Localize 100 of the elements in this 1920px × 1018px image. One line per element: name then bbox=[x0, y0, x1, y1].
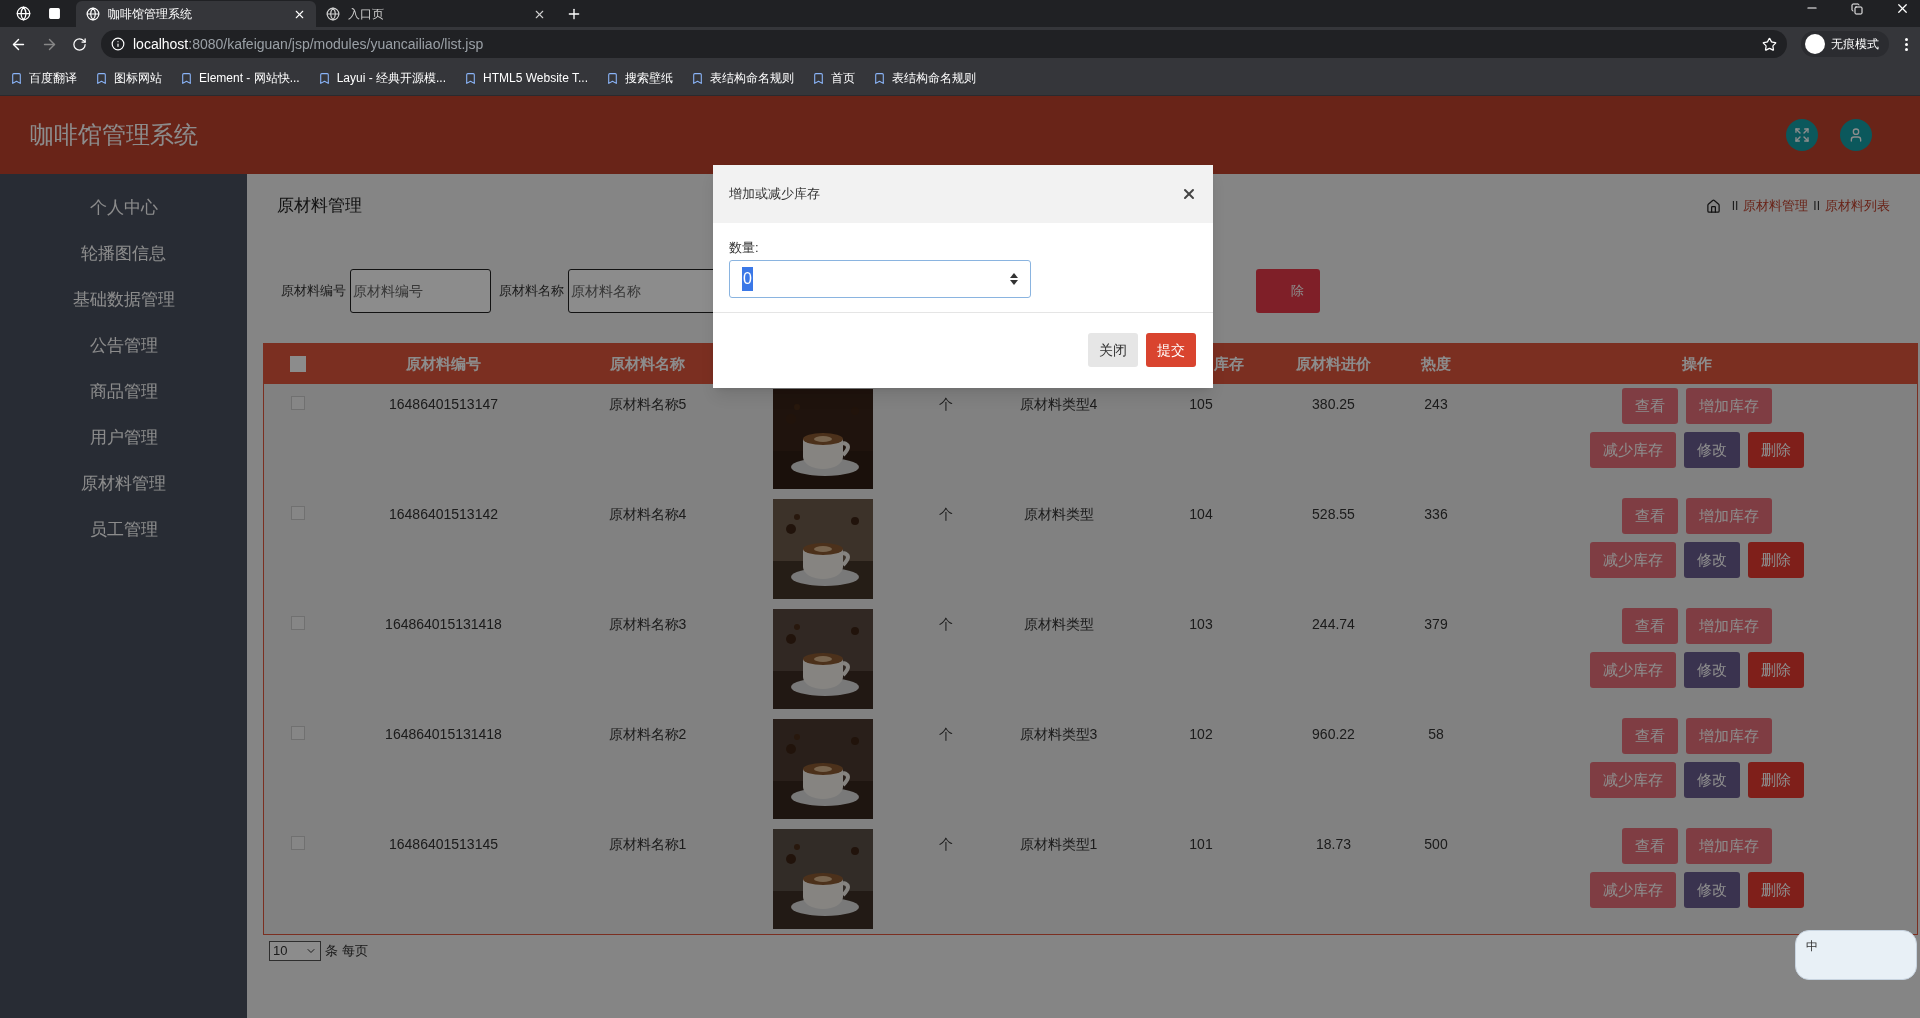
table-cell-text: 原材料名称3 bbox=[607, 615, 688, 634]
table-cell-text: 16486401513145 bbox=[388, 835, 499, 854]
table-cell-text: 16486401513142 bbox=[388, 505, 499, 524]
table-cell-text: 105 bbox=[1188, 395, 1214, 414]
ime-toolbar[interactable]: 中 bbox=[1795, 930, 1917, 980]
action-button[interactable]: 增加库存 bbox=[1685, 498, 1772, 534]
field-label: 原材料名称 bbox=[499, 281, 564, 300]
bookmark[interactable]: 表结构命名规则 bbox=[691, 69, 794, 87]
quantity-field[interactable]: 0 bbox=[729, 259, 1031, 298]
sidebar-item[interactable]: 个人中心 bbox=[89, 195, 158, 221]
field-label: 数量: bbox=[729, 239, 760, 257]
table-cell-text: 原材料类型 bbox=[1022, 615, 1095, 634]
column-header: 库存 bbox=[1213, 353, 1245, 374]
table-cell-text: 个 bbox=[938, 835, 954, 854]
bookmark[interactable]: 首页 bbox=[812, 69, 855, 87]
search-field[interactable]: 原材料编号 bbox=[350, 268, 491, 313]
table-cell-text: 58 bbox=[1427, 725, 1445, 744]
table-cell-text: 个 bbox=[938, 505, 954, 524]
table-cell-text: 244.74 bbox=[1311, 615, 1356, 634]
table-cell-text: 164864015131418 bbox=[384, 725, 503, 744]
sidebar-item[interactable]: 基础数据管理 bbox=[72, 287, 175, 313]
table-cell-text: 原材料名称2 bbox=[607, 725, 688, 744]
action-button[interactable]: 查看 bbox=[1621, 498, 1678, 534]
table-cell-text: 164864015131418 bbox=[384, 615, 503, 634]
table-cell-text: 102 bbox=[1188, 725, 1214, 744]
action-button[interactable]: 查看 bbox=[1621, 388, 1678, 424]
bookmark[interactable]: 表结构命名规则 bbox=[873, 69, 976, 87]
action-button[interactable]: 删除 bbox=[1747, 652, 1804, 688]
action-button[interactable]: 减少库存 bbox=[1589, 762, 1676, 798]
breadcrumb-link[interactable]: 原材料管理 bbox=[1743, 196, 1809, 216]
breadcrumb-link[interactable]: 原材料列表 bbox=[1825, 196, 1890, 216]
action-button[interactable]: 增加库存 bbox=[1685, 388, 1772, 424]
action-button[interactable]: 增加库存 bbox=[1685, 718, 1772, 754]
browser-tab[interactable]: 咖啡馆管理系统 bbox=[76, 1, 316, 27]
table-cell-text: 380.25 bbox=[1311, 395, 1356, 414]
sidebar-item[interactable]: 员工管理 bbox=[89, 517, 158, 543]
sidebar-item[interactable]: 用户管理 bbox=[89, 425, 158, 451]
action-button[interactable]: 减少库存 bbox=[1589, 432, 1676, 468]
address-bar[interactable]: localhost:8080/kafeiguan/jsp/modules/yuancailiao/list.jsp bbox=[101, 30, 1787, 58]
action-button[interactable]: 查看 bbox=[1621, 718, 1678, 754]
table-cell-text: 16486401513147 bbox=[388, 395, 499, 414]
table-cell-text: 个 bbox=[938, 615, 954, 634]
action-button[interactable]: 修改 bbox=[1683, 872, 1740, 908]
column-header: 原材料进价 bbox=[1295, 353, 1372, 374]
delete-button[interactable]: 除 bbox=[1256, 268, 1320, 313]
tab-title: 入口页 bbox=[348, 6, 385, 23]
table-cell-text: 18.73 bbox=[1314, 835, 1352, 854]
table-cell-text: 原材料名称5 bbox=[607, 395, 688, 414]
sidebar-item[interactable]: 原材料管理 bbox=[81, 471, 166, 497]
field-label: 原材料编号 bbox=[281, 281, 346, 300]
dialog-button[interactable]: 关闭 bbox=[1088, 333, 1138, 368]
dialog-title: 增加或减少库存 bbox=[729, 185, 820, 204]
bookmark[interactable]: 搜索壁纸 bbox=[606, 69, 673, 87]
column-header: 原材料名称 bbox=[609, 353, 686, 374]
breadcrumb-separator: II bbox=[1731, 198, 1739, 215]
bookmark[interactable]: Layui - 经典开源模... bbox=[317, 69, 447, 87]
action-button[interactable]: 查看 bbox=[1621, 608, 1678, 644]
sidebar-item[interactable]: 商品管理 bbox=[89, 379, 158, 405]
bookmark[interactable]: 百度翻译 bbox=[10, 69, 77, 87]
action-button[interactable]: 减少库存 bbox=[1589, 652, 1676, 688]
bookmark[interactable]: 图标网站 bbox=[95, 69, 162, 87]
column-header: 热度 bbox=[1420, 353, 1452, 374]
page-size-select[interactable]: 10 bbox=[269, 941, 321, 961]
action-button[interactable]: 修改 bbox=[1683, 652, 1740, 688]
action-button[interactable]: 删除 bbox=[1747, 432, 1804, 468]
tab-title: 咖啡馆管理系统 bbox=[108, 6, 193, 23]
table-cell-text: 528.55 bbox=[1311, 505, 1356, 524]
dialog-button[interactable]: 提交 bbox=[1146, 333, 1196, 368]
action-button[interactable]: 修改 bbox=[1683, 762, 1740, 798]
table-cell-text: 243 bbox=[1423, 395, 1449, 414]
bookmark[interactable]: HTML5 Website T... bbox=[464, 69, 588, 87]
table-cell-text: 104 bbox=[1188, 505, 1214, 524]
table-cell-text: 原材料类型 bbox=[1022, 505, 1095, 524]
action-button[interactable]: 减少库存 bbox=[1589, 542, 1676, 578]
action-button[interactable]: 删除 bbox=[1747, 872, 1804, 908]
action-button[interactable]: 删除 bbox=[1747, 762, 1804, 798]
action-button[interactable]: 减少库存 bbox=[1589, 872, 1676, 908]
table-cell-text: 379 bbox=[1423, 615, 1449, 634]
action-button[interactable]: 修改 bbox=[1683, 432, 1740, 468]
column-header: 操作 bbox=[1680, 353, 1713, 374]
action-button[interactable]: 查看 bbox=[1621, 828, 1678, 864]
sidebar-item[interactable]: 轮播图信息 bbox=[81, 241, 166, 267]
page-size-label: 条 每页 bbox=[325, 942, 368, 961]
breadcrumb-separator: II bbox=[1813, 198, 1820, 215]
table-cell-text: 101 bbox=[1188, 835, 1214, 854]
action-button[interactable]: 修改 bbox=[1683, 542, 1740, 578]
bookmark[interactable]: Element - 网站快... bbox=[180, 69, 300, 87]
table-cell-text: 960.22 bbox=[1311, 725, 1356, 744]
profile-chip[interactable]: 无痕模式 bbox=[1801, 31, 1889, 57]
table-cell-text: 个 bbox=[938, 395, 954, 414]
table-cell-text: 原材料类型3 bbox=[1018, 725, 1099, 744]
url-text: localhost:8080/kafeiguan/jsp/modules/yuancailiao/list.jsp bbox=[133, 34, 484, 54]
page-title: 原材料管理 bbox=[277, 195, 362, 218]
column-header: 原材料编号 bbox=[405, 353, 482, 374]
action-button[interactable]: 增加库存 bbox=[1685, 608, 1772, 644]
action-button[interactable]: 删除 bbox=[1747, 542, 1804, 578]
sidebar-item[interactable]: 公告管理 bbox=[89, 333, 158, 359]
action-button[interactable]: 增加库存 bbox=[1685, 828, 1772, 864]
browser-tab[interactable]: 入口页 bbox=[316, 1, 556, 27]
table-cell-text: 原材料类型1 bbox=[1018, 835, 1099, 854]
